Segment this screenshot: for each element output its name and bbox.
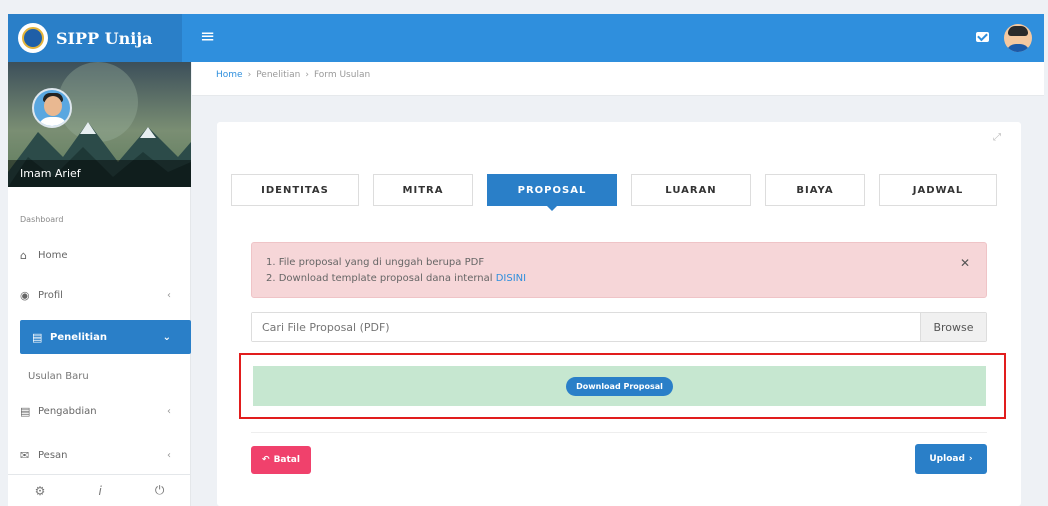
brand-title: SIPP Unija [56,28,153,48]
document-icon: ▤ [20,404,31,418]
download-panel: Download Proposal [253,366,986,406]
tab-jadwal[interactable]: JADWAL [879,174,997,206]
university-logo-icon [18,23,48,53]
file-picker: Browse [251,312,987,342]
chevron-left-icon: ‹ [167,289,171,301]
breadcrumb-current: Form Usulan [313,70,371,80]
sidebar-item-label: Profil [38,289,63,301]
tab-mitra[interactable]: MITRA [373,174,473,206]
brand[interactable]: SIPP Unija [8,14,182,62]
breadcrumb-separator: › [247,70,252,80]
document-icon: ▤ [32,330,43,344]
avatar[interactable] [1004,24,1032,52]
hamburger-icon[interactable]: ≡ [200,26,215,47]
breadcrumb-home[interactable]: Home [216,70,243,80]
alert-line-2: 2. Download template proposal dana inter… [266,271,972,287]
download-proposal-button[interactable]: Download Proposal [566,376,673,396]
profile-avatar[interactable] [32,88,72,128]
tab-identitas[interactable]: IDENTITAS [231,174,359,206]
envelope-icon: ✉ [20,448,30,462]
upload-button-label: Upload [929,454,965,464]
upload-button[interactable]: Upload › [915,444,987,474]
template-download-link[interactable]: DISINI [496,273,526,284]
tab-proposal[interactable]: PROPOSAL [487,174,617,211]
sidebar-section-label: Dashboard [20,215,64,224]
breadcrumb: Home › Penelitian › Form Usulan [216,70,370,80]
envelope-icon[interactable] [976,32,989,42]
sidebar-item-label: Home [38,249,68,261]
info-icon[interactable]: i [98,484,101,498]
chevron-right-icon: › [968,454,973,464]
profile-banner: Imam Arief [8,62,191,187]
sidebar-item-label: Pesan [38,449,68,461]
alert-line-2-text: 2. Download template proposal dana inter… [266,273,496,284]
info-alert: 1. File proposal yang di unggah berupa P… [251,242,987,298]
sidebar-item-home[interactable]: ⌂ Home [8,238,191,272]
breadcrumb-bar: Home › Penelitian › Form Usulan [192,62,1044,96]
tab-biaya[interactable]: BIAYA [765,174,865,206]
sidebar: Imam Arief Dashboard ⌂ Home ◉ Profil ‹ ▤… [8,62,191,506]
alert-line-1: 1. File proposal yang di unggah berupa P… [266,257,485,268]
breadcrumb-penelitian[interactable]: Penelitian [256,70,300,80]
sidebar-item-pengabdian[interactable]: ▤ Pengabdian ‹ [8,394,191,428]
sidebar-item-pesan[interactable]: ✉ Pesan ‹ [8,438,191,472]
sidebar-footer: ⚙ i ⏻ [8,474,191,506]
divider [251,432,987,433]
sidebar-item-profil[interactable]: ◉ Profil ‹ [8,278,191,312]
expand-icon[interactable]: ⤢ [993,132,1001,143]
user-icon: ◉ [20,288,30,302]
sidebar-item-label: Pengabdian [38,405,97,417]
home-icon: ⌂ [20,248,27,262]
top-navbar: SIPP Unija ≡ [8,14,1044,62]
file-input[interactable] [252,313,920,341]
tab-bar: IDENTITAS MITRA PROPOSAL LUARAN BIAYA JA… [231,174,997,211]
settings-icon[interactable]: ⚙ [35,484,46,498]
sidebar-subitem-usulan-baru[interactable]: Usulan Baru [28,371,89,382]
form-card: ⤢ IDENTITAS MITRA PROPOSAL LUARAN BIAYA … [217,122,1021,506]
breadcrumb-separator: › [305,70,309,80]
close-icon[interactable]: ✕ [960,255,970,271]
cancel-button[interactable]: ↶ Batal [251,446,311,474]
sidebar-item-penelitian[interactable]: ▤ Penelitian ⌄ [20,320,191,354]
browse-button[interactable]: Browse [920,313,986,341]
sidebar-item-label: Penelitian [50,331,107,343]
undo-icon: ↶ [262,455,270,465]
tab-luaran[interactable]: LUARAN [631,174,751,206]
chevron-left-icon: ‹ [167,405,171,417]
cancel-button-label: Batal [273,455,300,465]
chevron-down-icon: ⌄ [162,331,171,343]
chevron-left-icon: ‹ [167,449,171,461]
profile-name: Imam Arief [8,160,191,187]
power-icon[interactable]: ⏻ [155,483,165,498]
